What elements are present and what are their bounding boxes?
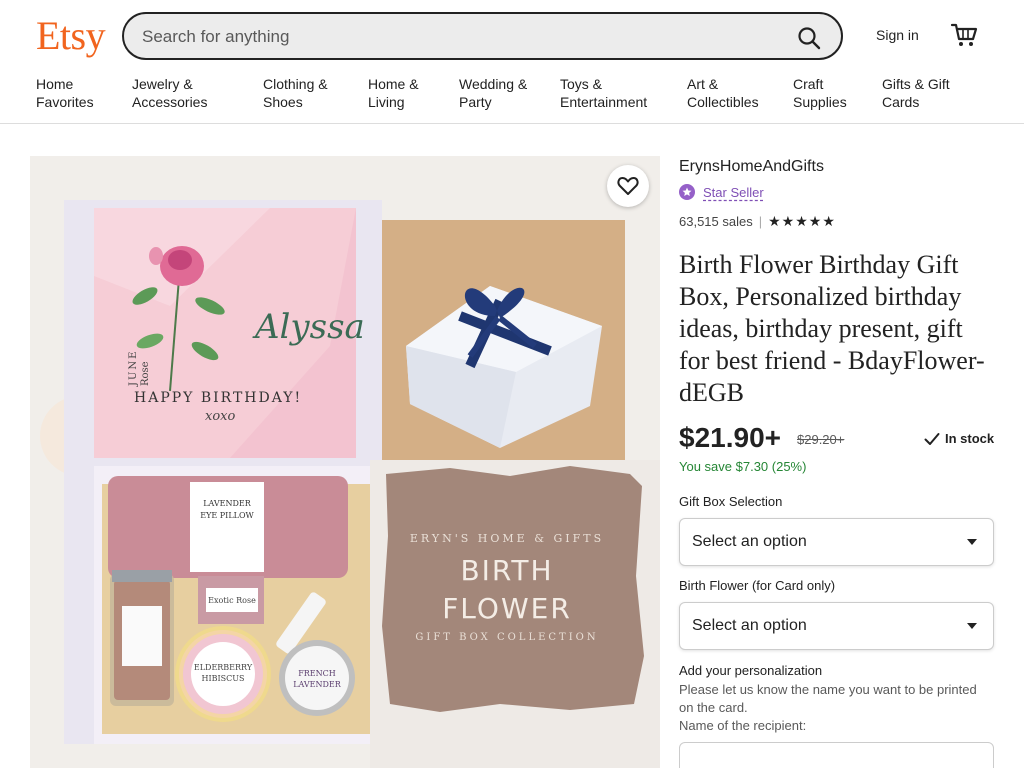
caret-down-icon [967, 539, 977, 545]
pillow-label-line-2: EYE PILLOW [200, 511, 254, 520]
birth-flower-select[interactable]: Select an option [679, 602, 994, 650]
shopping-cart-icon[interactable] [950, 22, 978, 48]
nav-item-gifts-gift-cards[interactable]: Gifts & Gift Cards [882, 75, 950, 111]
search-bar [122, 12, 843, 60]
collection-title-line-1: BIRTH [460, 554, 553, 587]
search-icon[interactable] [795, 24, 823, 52]
stock-status-label: In stock [945, 431, 995, 446]
shop-name-link[interactable]: ErynsHomeAndGifts [679, 158, 824, 176]
rating-stars[interactable]: ★★★★★ [768, 213, 836, 230]
listing-title: Birth Flower Birthday Gift Box, Personal… [679, 250, 985, 407]
nav-item-clothing-shoes[interactable]: Clothing & Shoes [263, 75, 328, 111]
collection-title-line-2: FLOWER [442, 592, 572, 625]
soap-label: Exotic Rose [208, 596, 256, 605]
current-price: $21.90+ [679, 422, 781, 453]
card-greeting-text: HAPPY BIRTHDAY! [134, 390, 302, 406]
nav-item-home-living[interactable]: Home & Living [368, 75, 419, 111]
personalization-help: Please let us know the name you want to … [679, 682, 977, 715]
candle-label-line-2: LAVENDER [293, 680, 342, 689]
nav-item-toys-entertainment[interactable]: Toys & Entertainment [560, 75, 647, 111]
nav-item-home-favorites[interactable]: Home Favorites [36, 75, 94, 111]
site-header: Etsy Sign in HomeFavorites Jewelry &Acce… [0, 0, 1024, 124]
product-image-gallery[interactable]: Alyssa JUNE Rose HAPPY BIRTHDAY! xoxo LA… [30, 156, 660, 768]
birth-flower-select-value: Select an option [692, 617, 807, 634]
star-seller-badge[interactable]: Star Seller [679, 184, 764, 200]
collection-subtitle-text: GIFT BOX COLLECTION [415, 632, 598, 643]
sales-count: 63,515 sales [679, 214, 753, 229]
favorite-heart-button[interactable] [607, 165, 649, 207]
brand-line-text: ERYN'S HOME & GIFTS [410, 532, 604, 545]
checkmark-icon [924, 432, 940, 445]
balm-label-line-2: HIBISCUS [202, 674, 245, 683]
savings-text: You save $7.30 (25%) [679, 459, 807, 474]
nav-item-art-collectibles[interactable]: Art & Collectibles [687, 75, 759, 111]
product-image: Alyssa JUNE Rose HAPPY BIRTHDAY! xoxo LA… [30, 156, 660, 768]
nav-item-jewelry-accessories[interactable]: Jewelry & Accessories [132, 75, 207, 111]
candle-label-line-1: FRENCH [298, 669, 336, 678]
caret-down-icon [967, 623, 977, 629]
card-signoff-text: xoxo [205, 409, 235, 424]
heart-icon [617, 177, 639, 195]
search-input[interactable] [142, 24, 782, 50]
original-price: $29.20+ [797, 432, 845, 447]
separator: | [758, 214, 763, 229]
gift-box-label: Gift Box Selection [679, 494, 783, 509]
personalization-field-label: Name of the recipient: [679, 718, 807, 733]
star-seller-label: Star Seller [703, 184, 764, 200]
card-flower-text: Rose [140, 361, 151, 386]
category-nav: Home Favorites Jewelry & Accessories Cloth… [0, 75, 1024, 115]
nav-item-wedding-party[interactable]: Wedding & Party [459, 75, 527, 111]
gift-box-select-value: Select an option [692, 533, 807, 550]
birth-flower-label: Birth Flower (for Card only) [679, 578, 836, 593]
nav-item-craft-supplies[interactable]: Craft Supplies [793, 75, 847, 111]
personalization-section: Add your personalization Please let us k… [679, 662, 994, 735]
etsy-logo[interactable]: Etsy [36, 12, 106, 59]
sales-rating-row: 63,515 sales | ★★★★★ [679, 213, 836, 230]
personalization-heading: Add your personalization [679, 663, 823, 678]
pillow-label-line-1: LAVENDER [203, 499, 252, 508]
stock-status: In stock [924, 431, 994, 446]
balm-label-line-1: ELDERBERRY [194, 663, 253, 672]
sign-in-link[interactable]: Sign in [876, 27, 919, 43]
card-month-text: JUNE [128, 350, 139, 388]
card-name-text: Alyssa [252, 307, 365, 347]
star-seller-icon [679, 184, 695, 200]
personalization-input[interactable] [679, 742, 994, 768]
gift-box-select[interactable]: Select an option [679, 518, 994, 566]
